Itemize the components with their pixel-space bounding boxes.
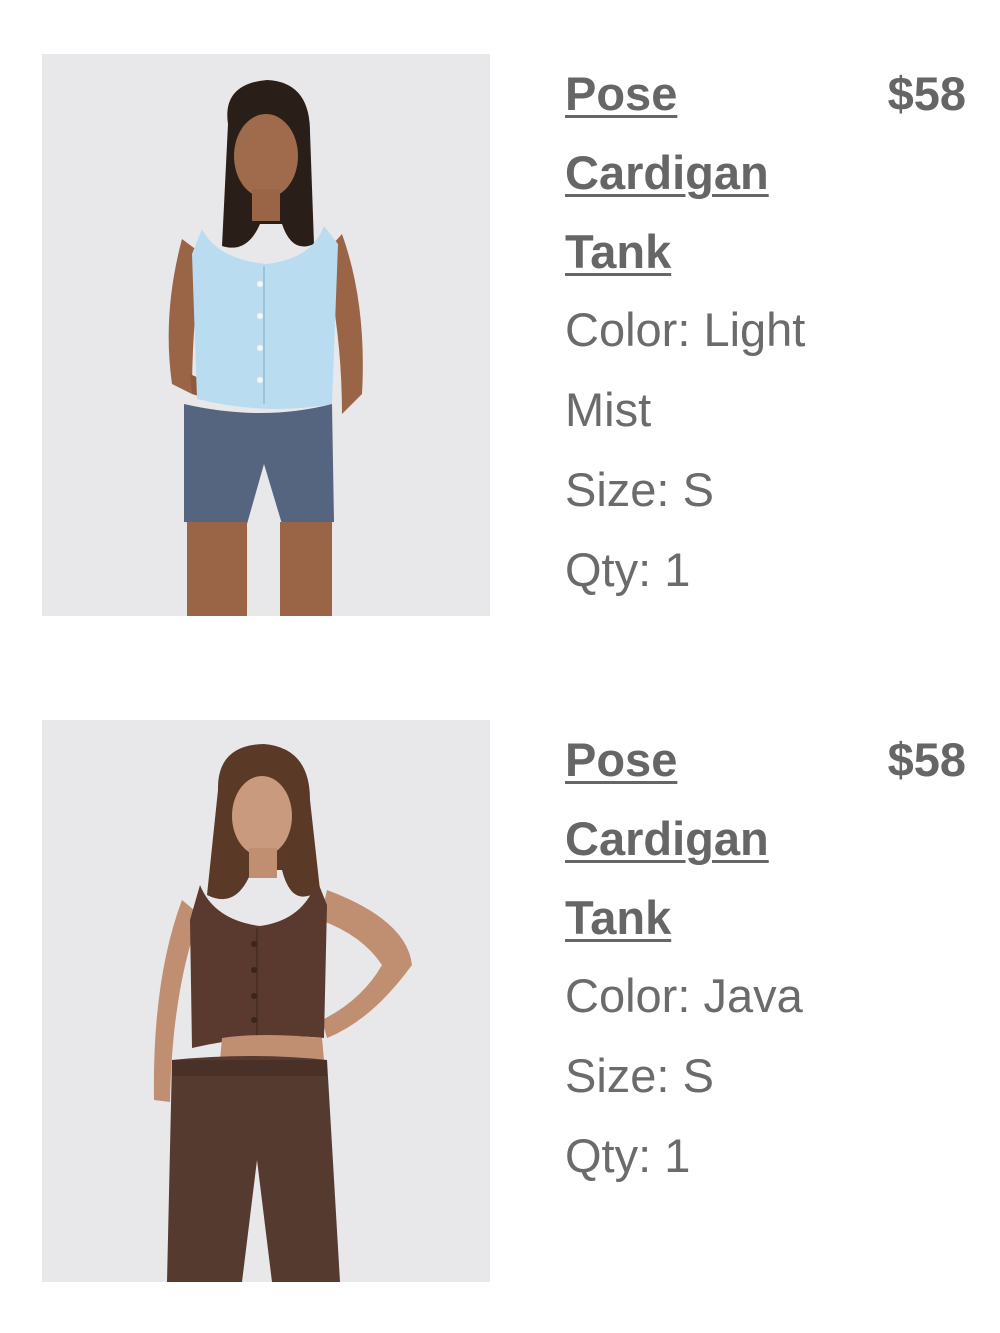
size-value: S: [682, 463, 714, 516]
product-image[interactable]: [42, 720, 490, 1282]
color-attribute: Color: Light Mist: [565, 290, 855, 450]
product-name: Pose Cardigan Tank: [565, 54, 855, 291]
product-photo-light-mist: [42, 54, 490, 616]
cart-item: Pose Cardigan Tank $58 Color: Java Size:…: [0, 720, 1000, 1282]
product-attributes: Color: Light Mist Size: S Qty: 1: [565, 290, 855, 610]
color-value: Java: [703, 969, 803, 1022]
qty-value: 1: [664, 1129, 691, 1182]
color-label: Color:: [565, 969, 691, 1022]
product-price: $58: [887, 67, 966, 120]
product-name: Pose Cardigan Tank: [565, 720, 855, 957]
qty-label: Qty:: [565, 543, 652, 596]
size-label: Size:: [565, 463, 670, 516]
product-name-link[interactable]: Pose Cardigan Tank: [565, 733, 769, 944]
qty-value: 1: [664, 543, 691, 596]
product-photo-java: [42, 720, 490, 1282]
size-label: Size:: [565, 1049, 670, 1102]
product-name-link[interactable]: Pose Cardigan Tank: [565, 67, 769, 278]
qty-label: Qty:: [565, 1129, 652, 1182]
size-value: S: [682, 1049, 714, 1102]
size-attribute: Size: S: [565, 450, 855, 530]
color-attribute: Color: Java: [565, 956, 855, 1036]
size-attribute: Size: S: [565, 1036, 855, 1116]
color-label: Color:: [565, 303, 691, 356]
cart-item: Pose Cardigan Tank $58 Color: Light Mist…: [0, 54, 1000, 616]
product-price: $58: [887, 733, 966, 786]
product-attributes: Color: Java Size: S Qty: 1: [565, 956, 855, 1196]
product-image[interactable]: [42, 54, 490, 616]
qty-attribute: Qty: 1: [565, 530, 855, 610]
qty-attribute: Qty: 1: [565, 1116, 855, 1196]
